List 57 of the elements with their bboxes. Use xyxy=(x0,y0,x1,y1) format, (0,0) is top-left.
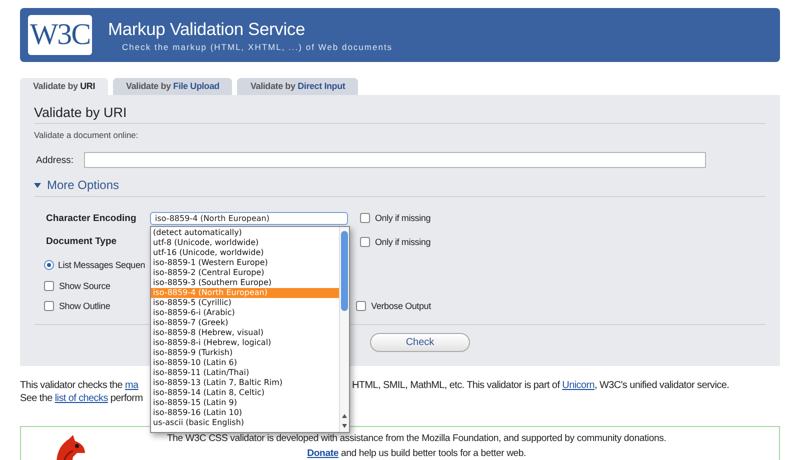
logo[interactable]: W3C xyxy=(28,15,92,55)
option-label: Only if missing xyxy=(375,236,431,246)
about-text: This validator checks the ma xyxy=(20,380,140,391)
check-button[interactable]: Check xyxy=(370,333,470,352)
option-label: Verbose Output xyxy=(371,301,431,311)
dropdown-option[interactable]: (detect automatically) xyxy=(151,228,339,238)
option-label: Character Encoding xyxy=(46,212,138,224)
option-label: Show Source xyxy=(59,280,110,290)
about-text: See the list of checks perform xyxy=(20,393,143,404)
scrollbar[interactable] xyxy=(339,226,349,432)
link[interactable]: Unicorn xyxy=(562,380,595,391)
dropdown-option[interactable]: iso-8859-7 (Greek) xyxy=(151,318,339,328)
checkbox[interactable] xyxy=(44,301,54,311)
option-label: Show Outline xyxy=(59,301,110,311)
dropdown-option[interactable]: utf-8 (Unicode, worldwide) xyxy=(151,238,339,248)
tab[interactable]: Validate by URI xyxy=(20,78,108,95)
dropdown-option[interactable]: iso-8859-15 (Latin 9) xyxy=(151,398,339,408)
tab[interactable]: Validate by Direct Input xyxy=(237,78,358,95)
checkbox[interactable] xyxy=(360,213,370,223)
dropdown-option[interactable]: iso-8859-10 (Latin 6) xyxy=(151,358,339,368)
option-label: Only if missing xyxy=(375,213,431,223)
link[interactable]: ma xyxy=(125,380,138,391)
tab[interactable]: Validate by File Upload xyxy=(113,78,232,95)
caret-icon xyxy=(34,182,41,188)
address-label: Address: xyxy=(36,154,74,166)
dropdown-option[interactable]: iso-8859-8 (Hebrew, visual) xyxy=(151,328,339,338)
sponsor-text: The W3C CSS validator is developed with assistance from the Mozilla Foundation, and supported by community donations. xyxy=(167,433,666,444)
option-label: Document Type xyxy=(46,236,118,247)
dropdown-option[interactable]: iso-8859-9 (Turkish) xyxy=(151,348,339,358)
sponsor-text: Donate and help us build better tools for a better web. xyxy=(307,448,526,459)
dropdown-option[interactable]: iso-8859-1 (Western Europe) xyxy=(151,258,339,268)
option-label: List Messages Sequen xyxy=(58,260,146,270)
section-heading: Validate by URI xyxy=(34,105,766,124)
dropdown-option[interactable]: iso-8859-13 (Latin 7, Baltic Rim) xyxy=(151,378,339,388)
dropdown-option[interactable]: iso-8859-2 (Central Europe) xyxy=(151,268,339,278)
dropdown-option[interactable]: iso-8859-6-i (Arabic) xyxy=(151,308,339,318)
about-text: HTML, SMIL, MathML, etc. This validator is part of Unicorn, W3C's unified validator service. xyxy=(352,380,730,391)
site-title: Markup Validation Service xyxy=(108,18,306,40)
site-subtitle: Check the markup (HTML, XHTML, ...) of Web documents xyxy=(122,42,393,52)
dropdown-option[interactable]: iso-8859-14 (Latin 8, Celtic) xyxy=(151,388,339,398)
dropdown-option[interactable]: iso-8859-8-i (Hebrew, logical) xyxy=(151,338,339,348)
checkbox[interactable] xyxy=(360,236,370,246)
dropdown-option[interactable]: iso-8859-5 (Cyrillic) xyxy=(151,298,339,308)
address-field[interactable] xyxy=(84,152,706,168)
more-options-toggle[interactable]: More Options xyxy=(34,178,766,197)
dropdown-option[interactable]: iso-8859-11 (Latin/Thai) xyxy=(151,368,339,378)
scroll-arrows-icon xyxy=(340,412,349,430)
dropdown-option[interactable]: utf-16 (Unicode, worldwide) xyxy=(151,248,339,258)
checkbox[interactable] xyxy=(44,280,54,290)
dropdown-option[interactable]: us-ascii (basic English) xyxy=(151,418,339,428)
radio-button[interactable] xyxy=(44,260,54,270)
dropdown-option[interactable]: iso-8859-16 (Latin 10) xyxy=(151,408,339,418)
description: Validate a document online: xyxy=(34,130,140,140)
dropdown-option[interactable]: iso-8859-3 (Southern Europe) xyxy=(151,278,339,288)
checkbox[interactable] xyxy=(356,301,366,311)
link[interactable]: list of checks xyxy=(54,393,108,404)
donate-link[interactable]: Donate xyxy=(307,448,338,459)
